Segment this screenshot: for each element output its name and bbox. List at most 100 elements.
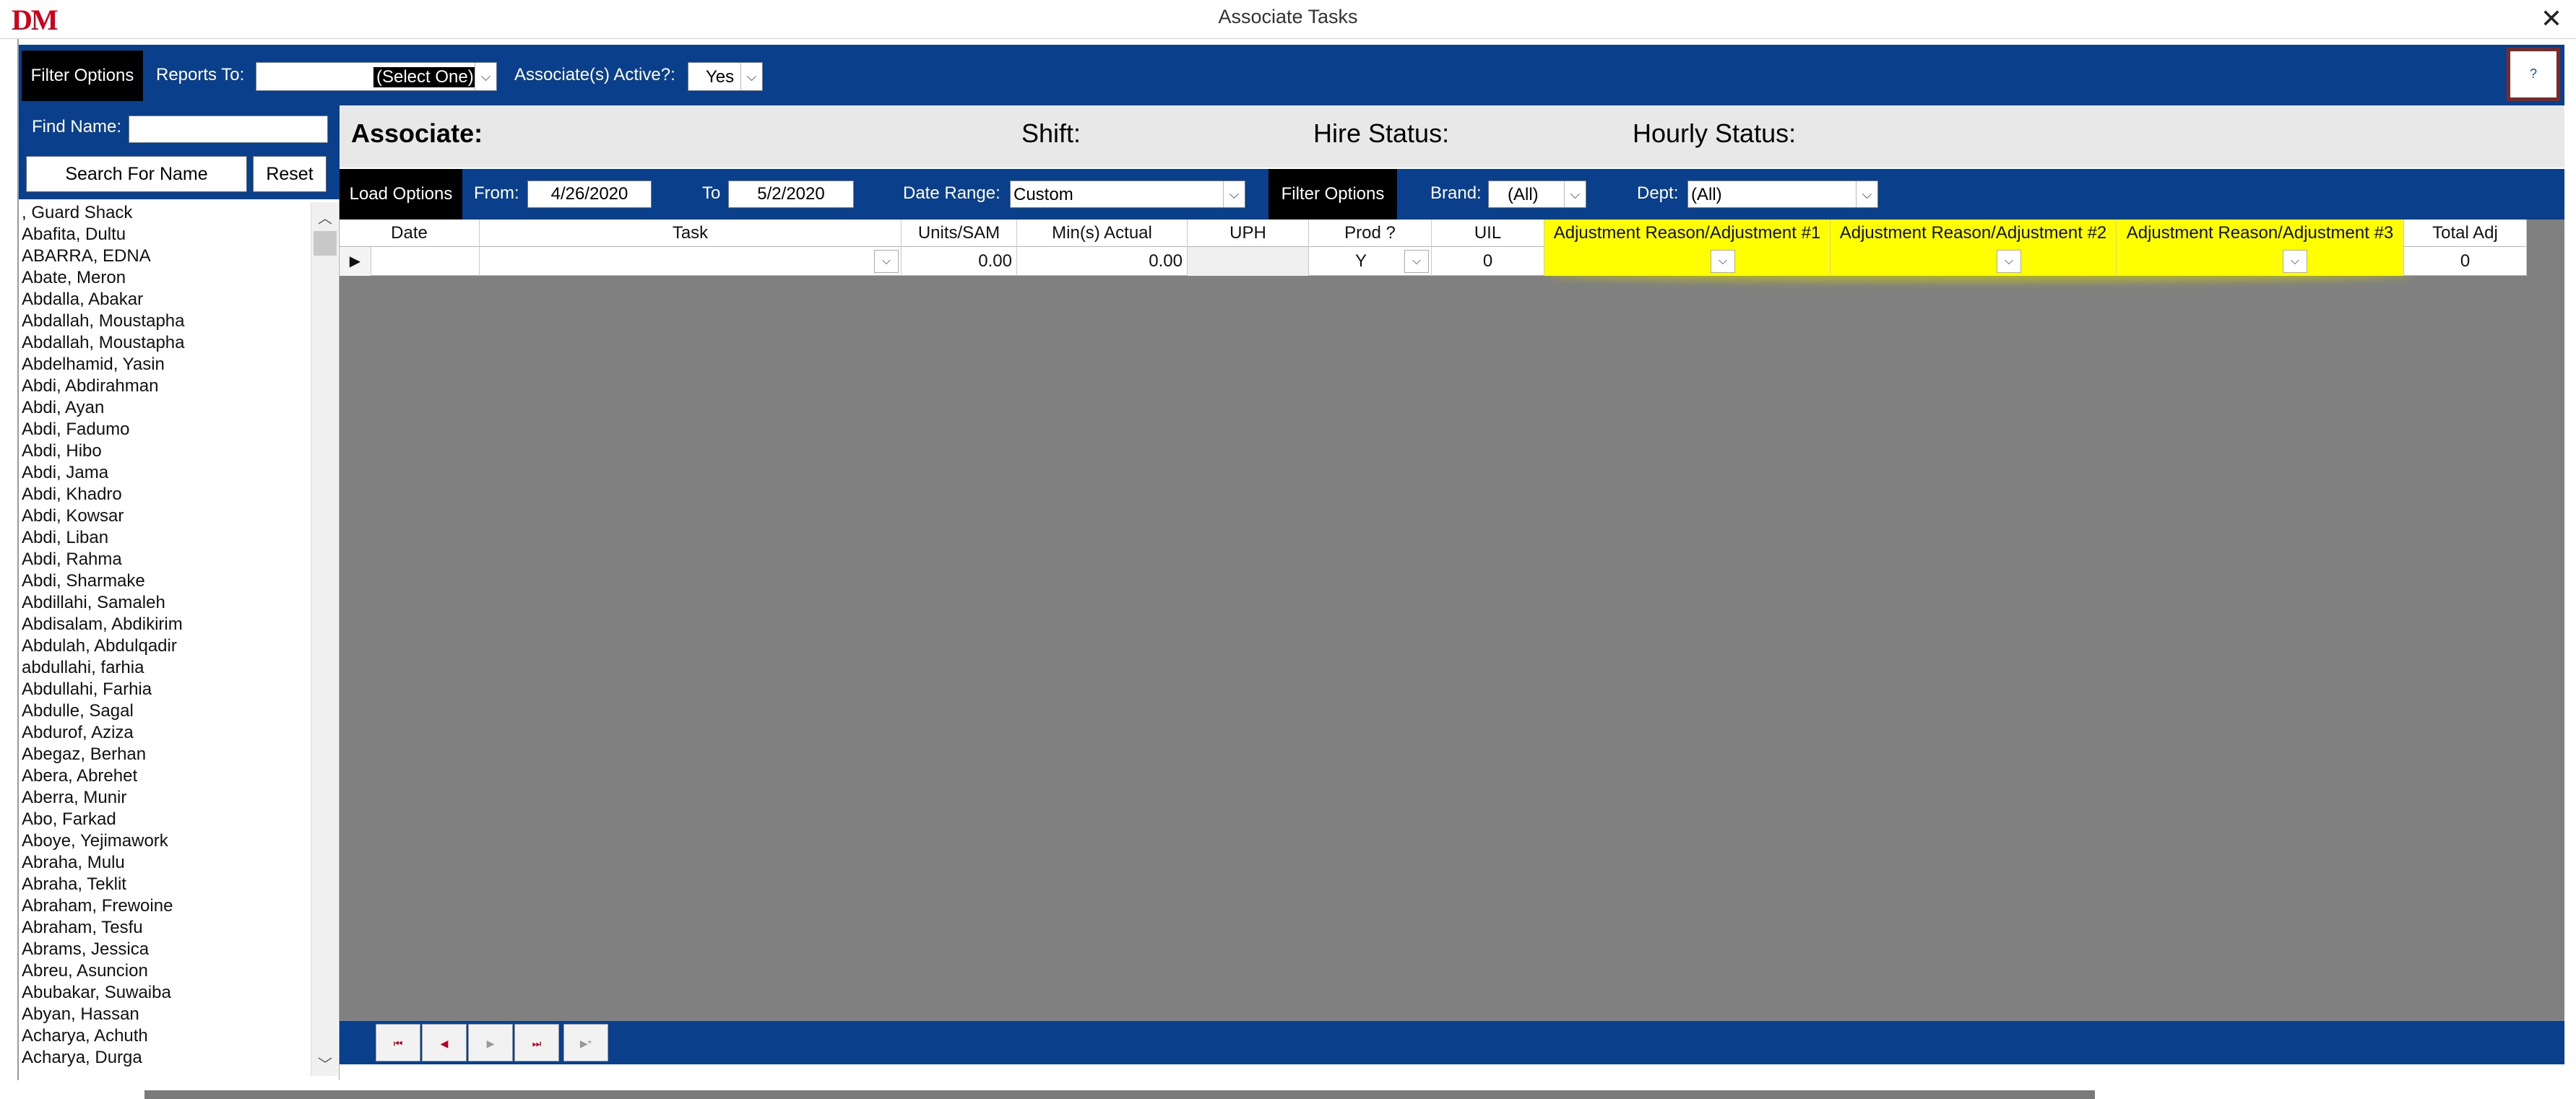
last-record-icon[interactable]: ⏭ <box>514 1024 559 1061</box>
associates-active-select[interactable]: Yes ⌵ <box>688 62 763 91</box>
first-record-icon[interactable]: ⏮ <box>376 1024 420 1061</box>
chevron-down-icon[interactable]: ⌵ <box>1564 181 1586 207</box>
col-header-prod[interactable]: Prod ? <box>1309 220 1432 247</box>
chevron-down-icon[interactable]: ⌵ <box>740 63 762 90</box>
scroll-thumb[interactable] <box>314 231 337 256</box>
chevron-down-icon[interactable]: ⌵ <box>1223 181 1245 207</box>
list-item[interactable]: Abrams, Jessica <box>22 939 311 960</box>
chevron-down-icon[interactable]: ⌵ <box>475 63 496 90</box>
col-header-adjustment-2[interactable]: Adjustment Reason/Adjustment #2 <box>1831 220 2117 247</box>
cell-total-adj: 0 <box>2404 247 2527 276</box>
cell-adjustment-2[interactable]: ⌵ <box>1831 247 2117 276</box>
list-item[interactable]: Abdisalam, Abdikirim <box>22 614 311 635</box>
list-item[interactable]: Abdi, Abdirahman <box>22 375 311 397</box>
list-item[interactable]: Abdi, Liban <box>22 527 311 549</box>
list-item[interactable]: Acharya, Achuth <box>22 1025 311 1047</box>
list-item[interactable]: Abafita, Dultu <box>22 224 311 246</box>
list-item[interactable]: Abreu, Asuncion <box>22 960 311 982</box>
list-item[interactable]: Aboye, Yejimawork <box>22 830 311 852</box>
col-header-mins-actual[interactable]: Min(s) Actual <box>1017 220 1188 247</box>
list-item[interactable]: Aberra, Munir <box>22 787 311 809</box>
list-item[interactable]: Abyan, Hassan <box>22 1004 311 1025</box>
reset-button[interactable]: Reset <box>253 156 327 192</box>
chevron-down-icon[interactable]: ⌵ <box>1404 250 1429 273</box>
list-item[interactable]: , Guard Shack <box>22 202 311 224</box>
reports-to-select[interactable]: (Select One) ⌵ <box>256 62 497 91</box>
list-item[interactable]: Abdi, Rahma <box>22 549 311 570</box>
new-record-icon[interactable]: ▶* <box>563 1024 608 1061</box>
list-item[interactable]: Abraha, Teklit <box>22 874 311 895</box>
row-selector-icon[interactable]: ▶ <box>340 247 371 276</box>
close-icon[interactable]: ✕ <box>2534 3 2569 35</box>
list-item[interactable]: Abdi, Jama <box>22 462 311 484</box>
chevron-down-icon[interactable]: ⌵ <box>1997 250 2021 273</box>
col-header-uph[interactable]: UPH <box>1188 220 1309 247</box>
grid-header-row: Date Task Units/SAM Min(s) Actual UPH Pr… <box>340 220 2527 247</box>
list-item[interactable]: Abdallah, Moustapha <box>22 310 311 332</box>
chevron-down-icon[interactable]: ⌵ <box>2283 250 2307 273</box>
next-record-icon[interactable]: ▶ <box>468 1024 513 1061</box>
chevron-down-icon[interactable]: ⌵ <box>1711 250 1735 273</box>
list-item[interactable]: Abdullahi, Farhia <box>22 679 311 700</box>
scroll-down-icon[interactable]: ﹀ <box>311 1053 339 1074</box>
find-name-input[interactable] <box>129 116 328 143</box>
scroll-up-icon[interactable]: ︿ <box>311 207 339 227</box>
list-item[interactable]: Abdi, Hibo <box>22 440 311 462</box>
list-item[interactable]: Abo, Farkad <box>22 809 311 830</box>
list-item[interactable]: Abera, Abrehet <box>22 765 311 787</box>
from-date-input[interactable]: 4/26/2020 <box>527 181 652 208</box>
list-item[interactable]: Abdurof, Aziza <box>22 722 311 744</box>
list-item[interactable]: abdullahi, farhia <box>22 657 311 679</box>
cell-uil[interactable]: 0 <box>1432 247 1544 276</box>
col-header-date[interactable]: Date <box>340 220 480 247</box>
chevron-down-icon[interactable]: ⌵ <box>874 250 899 273</box>
shift-label: Shift: <box>1021 118 1081 148</box>
date-range-select[interactable]: Custom ⌵ <box>1010 181 1245 208</box>
list-item[interactable]: Abraham, Frewoine <box>22 895 311 917</box>
cell-units-sam[interactable]: 0.00 <box>902 247 1017 276</box>
associate-info-band <box>340 105 2564 168</box>
list-item[interactable]: Acharya, Durga <box>22 1047 311 1069</box>
list-item[interactable]: Abdi, Fadumo <box>22 419 311 440</box>
list-item[interactable]: Abdillahi, Samaleh <box>22 592 311 614</box>
list-item[interactable]: Abraha, Mulu <box>22 852 311 874</box>
cell-date[interactable] <box>371 247 480 276</box>
associate-name-list[interactable]: , Guard Shack Abafita, Dultu ABARRA, EDNA A… <box>22 202 311 1076</box>
list-item[interactable]: Abdulle, Sagal <box>22 700 311 722</box>
list-item[interactable]: Abdi, Kowsar <box>22 505 311 527</box>
list-scrollbar[interactable]: ︿ ﹀ <box>311 202 338 1076</box>
list-item[interactable]: Abdelhamid, Yasin <box>22 354 311 375</box>
list-item[interactable]: Abegaz, Berhan <box>22 744 311 765</box>
list-item[interactable]: Abdalla, Abakar <box>22 289 311 310</box>
list-item[interactable]: Abdi, Ayan <box>22 397 311 419</box>
to-label: To <box>702 183 721 203</box>
col-header-uil[interactable]: UIL <box>1432 220 1544 247</box>
list-item[interactable]: Abate, Meron <box>22 267 311 289</box>
list-item[interactable]: Abdulah, Abdulqadir <box>22 635 311 657</box>
cell-task[interactable]: ⌵ <box>480 247 902 276</box>
list-item[interactable]: ABARRA, EDNA <box>22 246 311 267</box>
help-icon[interactable]: ? <box>2507 48 2560 101</box>
cell-adjustment-1[interactable]: ⌵ <box>1544 247 1831 276</box>
col-header-total-adj[interactable]: Total Adj <box>2404 220 2527 247</box>
list-item[interactable]: Abraham, Tesfu <box>22 917 311 939</box>
cell-adjustment-3[interactable]: ⌵ <box>2117 247 2404 276</box>
chevron-down-icon[interactable]: ⌵ <box>1856 181 1877 207</box>
previous-record-icon[interactable]: ◀ <box>422 1024 467 1061</box>
cell-mins-actual[interactable]: 0.00 <box>1017 247 1188 276</box>
dept-select[interactable]: (All) ⌵ <box>1687 181 1878 208</box>
col-header-adjustment-3[interactable]: Adjustment Reason/Adjustment #3 <box>2117 220 2404 247</box>
brand-select[interactable]: (All) ⌵ <box>1488 181 1586 208</box>
list-item[interactable]: Abubakar, Suwaiba <box>22 982 311 1004</box>
list-item[interactable]: Abdi, Sharmake <box>22 570 311 592</box>
filter-options-tag: Filter Options <box>22 51 143 101</box>
to-date-input[interactable]: 5/2/2020 <box>728 181 854 208</box>
cell-prod[interactable]: Y ⌵ <box>1309 247 1432 276</box>
search-for-name-button[interactable]: Search For Name <box>26 156 247 192</box>
col-header-adjustment-1[interactable]: Adjustment Reason/Adjustment #1 <box>1544 220 1831 247</box>
list-item[interactable]: Abdallah, Moustapha <box>22 332 311 354</box>
list-item[interactable]: Abdi, Khadro <box>22 484 311 505</box>
table-row[interactable]: ▶ ⌵ 0.00 0.00 Y ⌵ 0 ⌵ ⌵ ⌵ 0 <box>340 247 2527 276</box>
col-header-task[interactable]: Task <box>480 220 902 247</box>
col-header-units-sam[interactable]: Units/SAM <box>902 220 1017 247</box>
